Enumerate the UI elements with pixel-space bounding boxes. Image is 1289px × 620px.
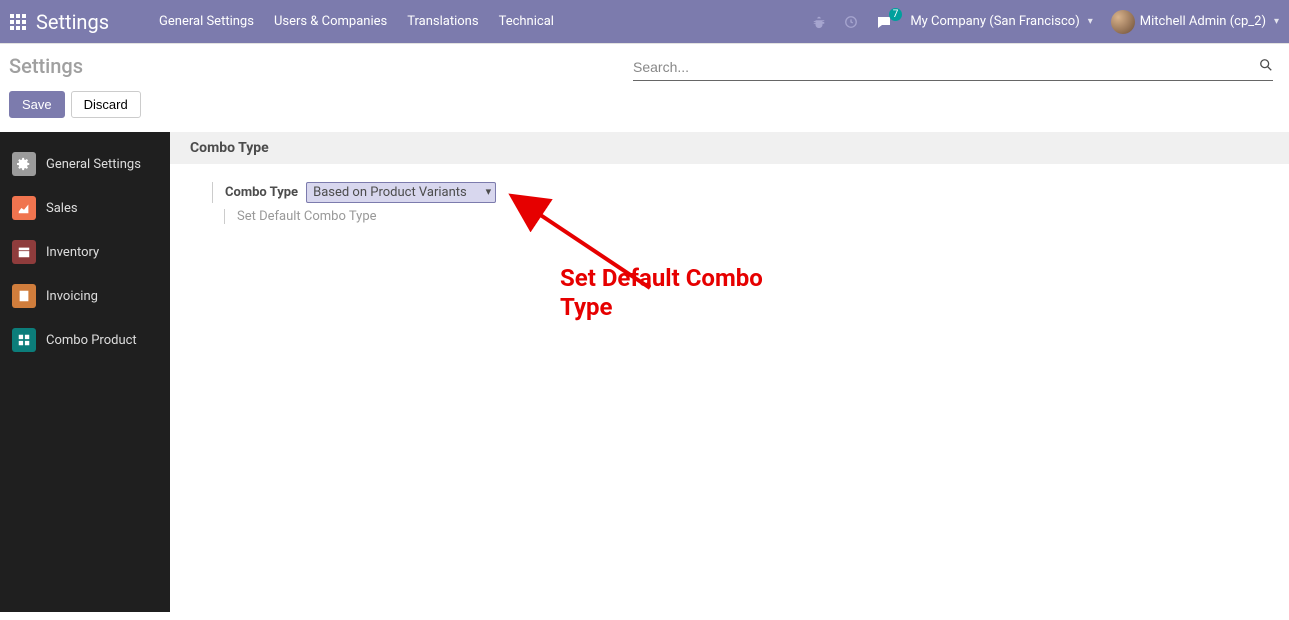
combo-type-label: Combo Type	[225, 185, 298, 200]
main-area: General Settings Sales Inventory Invoici…	[0, 132, 1289, 612]
user-menu[interactable]: Mitchell Admin (cp_2)▾	[1111, 10, 1279, 34]
debug-icon[interactable]	[812, 15, 826, 29]
messages-badge: 7	[889, 8, 903, 21]
chevron-down-icon: ▾	[1274, 16, 1279, 27]
discard-button[interactable]: Discard	[71, 91, 141, 118]
sidebar-item-label: General Settings	[46, 157, 141, 172]
control-panel: Settings	[0, 44, 1289, 87]
invoice-icon	[12, 284, 36, 308]
sidebar-item-label: Invoicing	[46, 289, 98, 304]
sidebar-item-label: Sales	[46, 201, 78, 216]
sidebar-item-label: Combo Product	[46, 333, 137, 348]
messages-icon[interactable]: 7	[876, 14, 892, 30]
combo-type-block: Combo Type Based on Product Variants Set…	[170, 164, 1289, 224]
settings-sidebar: General Settings Sales Inventory Invoici…	[0, 132, 170, 612]
box-icon	[12, 240, 36, 264]
search-bar[interactable]	[633, 54, 1273, 81]
settings-content: Combo Type Combo Type Based on Product V…	[170, 132, 1289, 612]
combo-type-hint: Set Default Combo Type	[224, 209, 1289, 224]
top-right-tray: 7 My Company (San Francisco)▾ Mitchell A…	[812, 10, 1279, 34]
sidebar-item-label: Inventory	[46, 245, 99, 260]
breadcrumb: Settings	[9, 54, 83, 78]
company-switcher[interactable]: My Company (San Francisco)▾	[910, 14, 1092, 29]
top-navbar: Settings General Settings Users & Compan…	[0, 0, 1289, 43]
activities-icon[interactable]	[844, 15, 858, 29]
avatar	[1111, 10, 1135, 34]
combo-icon	[12, 328, 36, 352]
sidebar-item-general-settings[interactable]: General Settings	[0, 142, 170, 186]
control-buttons: Save Discard	[0, 87, 1289, 132]
search-input[interactable]	[633, 59, 1259, 75]
save-button[interactable]: Save	[9, 91, 65, 118]
search-icon[interactable]	[1259, 58, 1273, 76]
menu-translations[interactable]: Translations	[407, 14, 478, 29]
annotation-label: Set Default Combo Type	[560, 264, 820, 322]
sidebar-item-invoicing[interactable]: Invoicing	[0, 274, 170, 318]
chevron-down-icon: ▾	[1088, 16, 1093, 27]
menu-general-settings[interactable]: General Settings	[159, 14, 254, 29]
gear-icon	[12, 152, 36, 176]
app-title[interactable]: Settings	[36, 10, 109, 34]
section-title: Combo Type	[170, 132, 1289, 164]
sidebar-item-sales[interactable]: Sales	[0, 186, 170, 230]
sidebar-item-inventory[interactable]: Inventory	[0, 230, 170, 274]
top-menu: General Settings Users & Companies Trans…	[159, 14, 812, 29]
combo-type-select[interactable]: Based on Product Variants	[306, 182, 496, 203]
apps-icon[interactable]	[10, 14, 26, 30]
menu-technical[interactable]: Technical	[499, 14, 554, 29]
menu-users-companies[interactable]: Users & Companies	[274, 14, 387, 29]
sidebar-item-combo-product[interactable]: Combo Product	[0, 318, 170, 362]
chart-icon	[12, 196, 36, 220]
